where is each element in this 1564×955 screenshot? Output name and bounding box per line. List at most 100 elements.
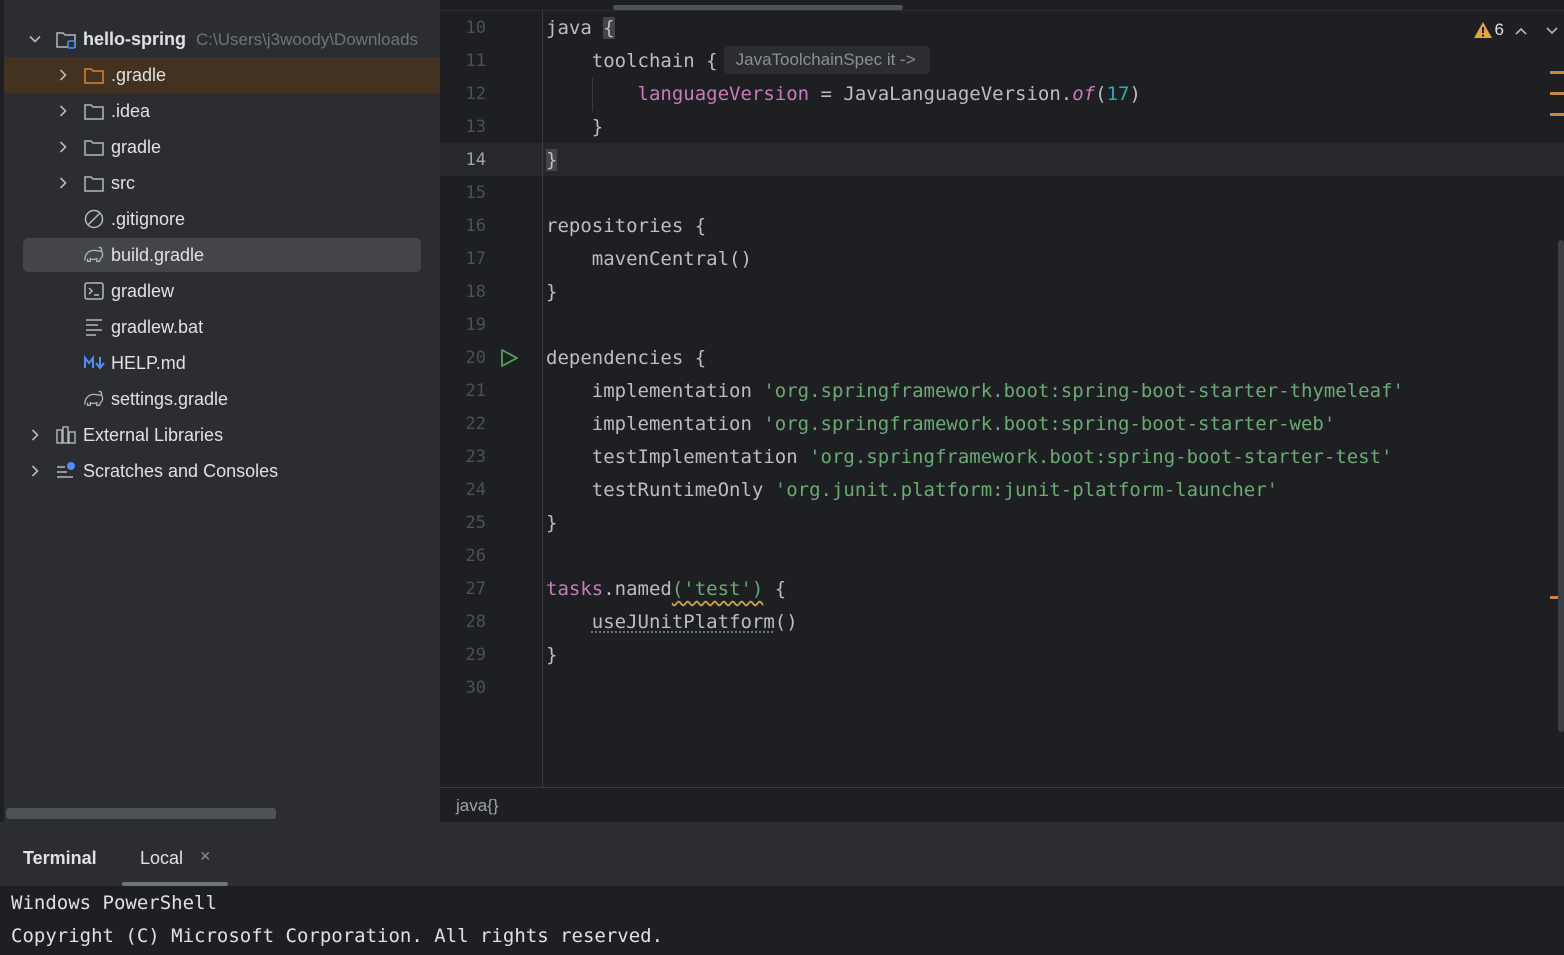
ignore-file-icon — [83, 208, 105, 230]
current-line-highlight — [440, 143, 1564, 176]
tree-item-build-gradle[interactable]: build.gradle — [4, 237, 440, 273]
tree-item-label: Scratches and Consoles — [83, 460, 279, 481]
editor-vertical-scrollbar[interactable] — [1558, 240, 1564, 732]
line-number: 23 — [465, 447, 486, 467]
line-number: 15 — [465, 183, 486, 203]
text-file-icon — [83, 316, 105, 338]
tree-item-scratches[interactable]: Scratches and Consoles — [4, 453, 440, 489]
tree-item-label: gradlew.bat — [111, 316, 204, 337]
gutter-divider — [542, 11, 543, 787]
module-folder-icon — [55, 28, 77, 50]
warning-stripe-marker[interactable] — [1550, 71, 1564, 74]
terminal-tab-local[interactable]: Local — [140, 848, 183, 869]
chevron-right-icon[interactable] — [55, 103, 71, 119]
tree-item-gradlew-bat[interactable]: gradlew.bat — [4, 309, 440, 345]
code-line-24[interactable]: testRuntimeOnly 'org.junit.platform:juni… — [546, 474, 1278, 507]
line-number: 28 — [465, 612, 486, 632]
warning-stripe-marker[interactable] — [1550, 113, 1564, 116]
tree-item-idea[interactable]: .idea — [4, 93, 440, 129]
tree-item-external-libraries[interactable]: External Libraries — [4, 417, 440, 453]
tree-item-src[interactable]: src — [4, 165, 440, 201]
line-number-active: 14 — [465, 150, 486, 170]
tree-item-help-md[interactable]: HELP.md — [4, 345, 440, 381]
terminal-output[interactable]: Windows PowerShell Copyright (C) Microso… — [0, 886, 1564, 955]
code-line-18[interactable]: } — [546, 276, 557, 309]
tree-item-label: .gradle — [111, 64, 167, 85]
line-number: 17 — [465, 249, 486, 269]
chevron-up-icon[interactable] — [1513, 23, 1529, 39]
warning-stripe-marker[interactable] — [1550, 92, 1564, 95]
line-number: 26 — [465, 546, 486, 566]
chevron-down-icon[interactable] — [27, 31, 43, 47]
tree-root-hello-spring[interactable]: hello-spring C:\Users\j3woody\Downloads — [4, 21, 440, 57]
code-line-12[interactable]: languageVersion = JavaLanguageVersion.of… — [546, 78, 1141, 111]
sidebar-horizontal-scrollbar[interactable] — [6, 808, 276, 819]
code-line-20[interactable]: dependencies { — [546, 342, 706, 375]
folder-excluded-icon — [83, 64, 105, 86]
line-number: 30 — [465, 678, 486, 698]
close-icon[interactable]: × — [200, 846, 211, 867]
terminal-header: Terminal Local × — [0, 822, 1564, 886]
markdown-icon — [83, 352, 109, 374]
chevron-right-icon[interactable] — [27, 427, 43, 443]
code-line-27[interactable]: tasks.named('test') { — [546, 573, 786, 606]
code-line-25[interactable]: } — [546, 507, 557, 540]
run-gutter-icon[interactable] — [498, 347, 520, 369]
tree-item-gradle[interactable]: gradle — [4, 129, 440, 165]
folder-icon — [83, 136, 105, 158]
line-number: 19 — [465, 315, 486, 335]
code-line-11[interactable]: toolchain {JavaToolchainSpec it -> — [546, 45, 930, 78]
matched-brace: { — [603, 17, 615, 39]
code-line-28[interactable]: useJUnitPlatform() — [546, 606, 798, 639]
warning-count: 6 — [1494, 20, 1504, 39]
tree-item-label: HELP.md — [111, 352, 186, 373]
gradle-elephant-icon — [83, 388, 105, 410]
line-number: 24 — [465, 480, 486, 500]
shell-script-icon — [83, 280, 105, 302]
tree-item-dot-gradle[interactable]: .gradle — [4, 57, 440, 93]
chevron-right-icon[interactable] — [55, 139, 71, 155]
code-line-29[interactable]: } — [546, 639, 557, 672]
tree-item-gitignore[interactable]: .gitignore — [4, 201, 440, 237]
code-line-16[interactable]: repositories { — [546, 210, 706, 243]
code-line-13[interactable]: } — [546, 111, 603, 144]
code-line-14[interactable]: } — [546, 144, 558, 177]
warning-icon — [1473, 22, 1492, 38]
gradle-elephant-icon — [83, 244, 105, 266]
line-number: 29 — [465, 645, 486, 665]
breadcrumb[interactable]: java{} — [456, 796, 499, 816]
tree-item-label: gradle — [111, 136, 162, 157]
tree-item-label: build.gradle — [111, 244, 205, 265]
line-number: 21 — [465, 381, 486, 401]
inspection-widget[interactable]: 6 — [1473, 20, 1504, 40]
tree-item-gradlew[interactable]: gradlew — [4, 273, 440, 309]
terminal-line: Copyright (C) Microsoft Corporation. All… — [11, 925, 664, 947]
chevron-down-icon[interactable] — [1544, 23, 1560, 39]
line-number: 22 — [465, 414, 486, 434]
library-icon — [55, 424, 77, 446]
terminal-line: Windows PowerShell — [11, 892, 217, 914]
tree-item-label: .gitignore — [111, 208, 186, 229]
code-line-22[interactable]: implementation 'org.springframework.boot… — [546, 408, 1336, 441]
line-number: 11 — [465, 51, 486, 71]
tree-item-settings-gradle[interactable]: settings.gradle — [4, 381, 440, 417]
tree-item-label: gradlew — [111, 280, 175, 301]
folder-icon — [83, 100, 105, 122]
line-number: 27 — [465, 579, 486, 599]
code-line-23[interactable]: testImplementation 'org.springframework.… — [546, 441, 1393, 474]
chevron-right-icon[interactable] — [27, 463, 43, 479]
code-line-17[interactable]: mavenCentral() — [546, 243, 752, 276]
line-number: 18 — [465, 282, 486, 302]
chevron-right-icon[interactable] — [55, 67, 71, 83]
inlay-hint: JavaToolchainSpec it -> — [723, 46, 930, 74]
folder-icon — [83, 172, 105, 194]
project-tool-window: hello-spring C:\Users\j3woody\Downloads .… — [0, 0, 440, 822]
code-line-21[interactable]: implementation 'org.springframework.boot… — [546, 375, 1404, 408]
code-line-10[interactable]: java { — [546, 12, 615, 45]
line-number: 16 — [465, 216, 486, 236]
code-editor[interactable]: 10 11 12 13 14 15 16 17 18 19 20 21 22 2… — [440, 0, 1564, 822]
chevron-right-icon[interactable] — [55, 175, 71, 191]
tree-item-label: settings.gradle — [111, 388, 229, 409]
project-name: hello-spring — [83, 28, 186, 49]
tree-item-label: .idea — [111, 100, 151, 121]
